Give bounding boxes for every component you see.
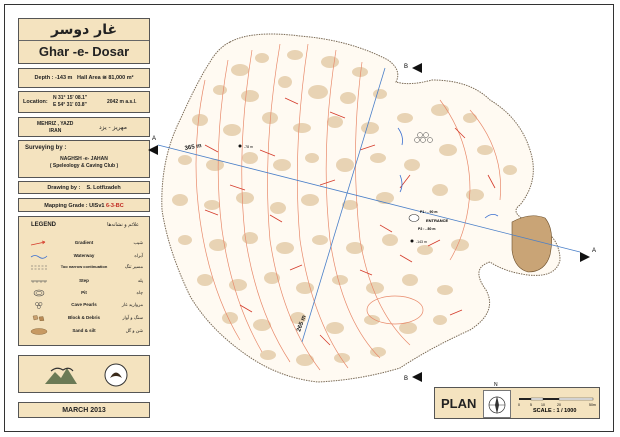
section-marker-a-west: A bbox=[148, 136, 158, 155]
svg-text:A: A bbox=[592, 248, 596, 254]
svg-text:B: B bbox=[404, 64, 408, 70]
scale-label: SCALE : 1 / 1000 bbox=[533, 408, 577, 414]
plan-box: PLAN N 0 5 10 20 50m SCALE : 1 / 1000 bbox=[434, 382, 600, 419]
svg-text:-143 m: -143 m bbox=[416, 240, 427, 244]
north-arrow-icon bbox=[488, 396, 506, 414]
section-marker-a-east: A bbox=[580, 248, 596, 262]
svg-text:P1 : - 90 m: P1 : - 90 m bbox=[420, 210, 438, 214]
svg-text:A: A bbox=[152, 136, 156, 142]
pit-p2-label: P2 : - 80 m bbox=[418, 227, 436, 231]
plan-label: PLAN bbox=[441, 396, 477, 411]
section-marker-b-north: B bbox=[404, 63, 422, 73]
north-label: N bbox=[494, 382, 498, 388]
section-marker-b-south: B bbox=[404, 372, 422, 382]
svg-text:-78 m: -78 m bbox=[244, 145, 253, 149]
entrance-rock-mass bbox=[511, 215, 552, 273]
entrance-label: ENTRANCE bbox=[426, 218, 449, 223]
svg-text:B: B bbox=[404, 376, 408, 382]
cave-plan-map: A A B B 365 m 265 m P1 : - 90 m ENTRANCE… bbox=[148, 33, 596, 383]
